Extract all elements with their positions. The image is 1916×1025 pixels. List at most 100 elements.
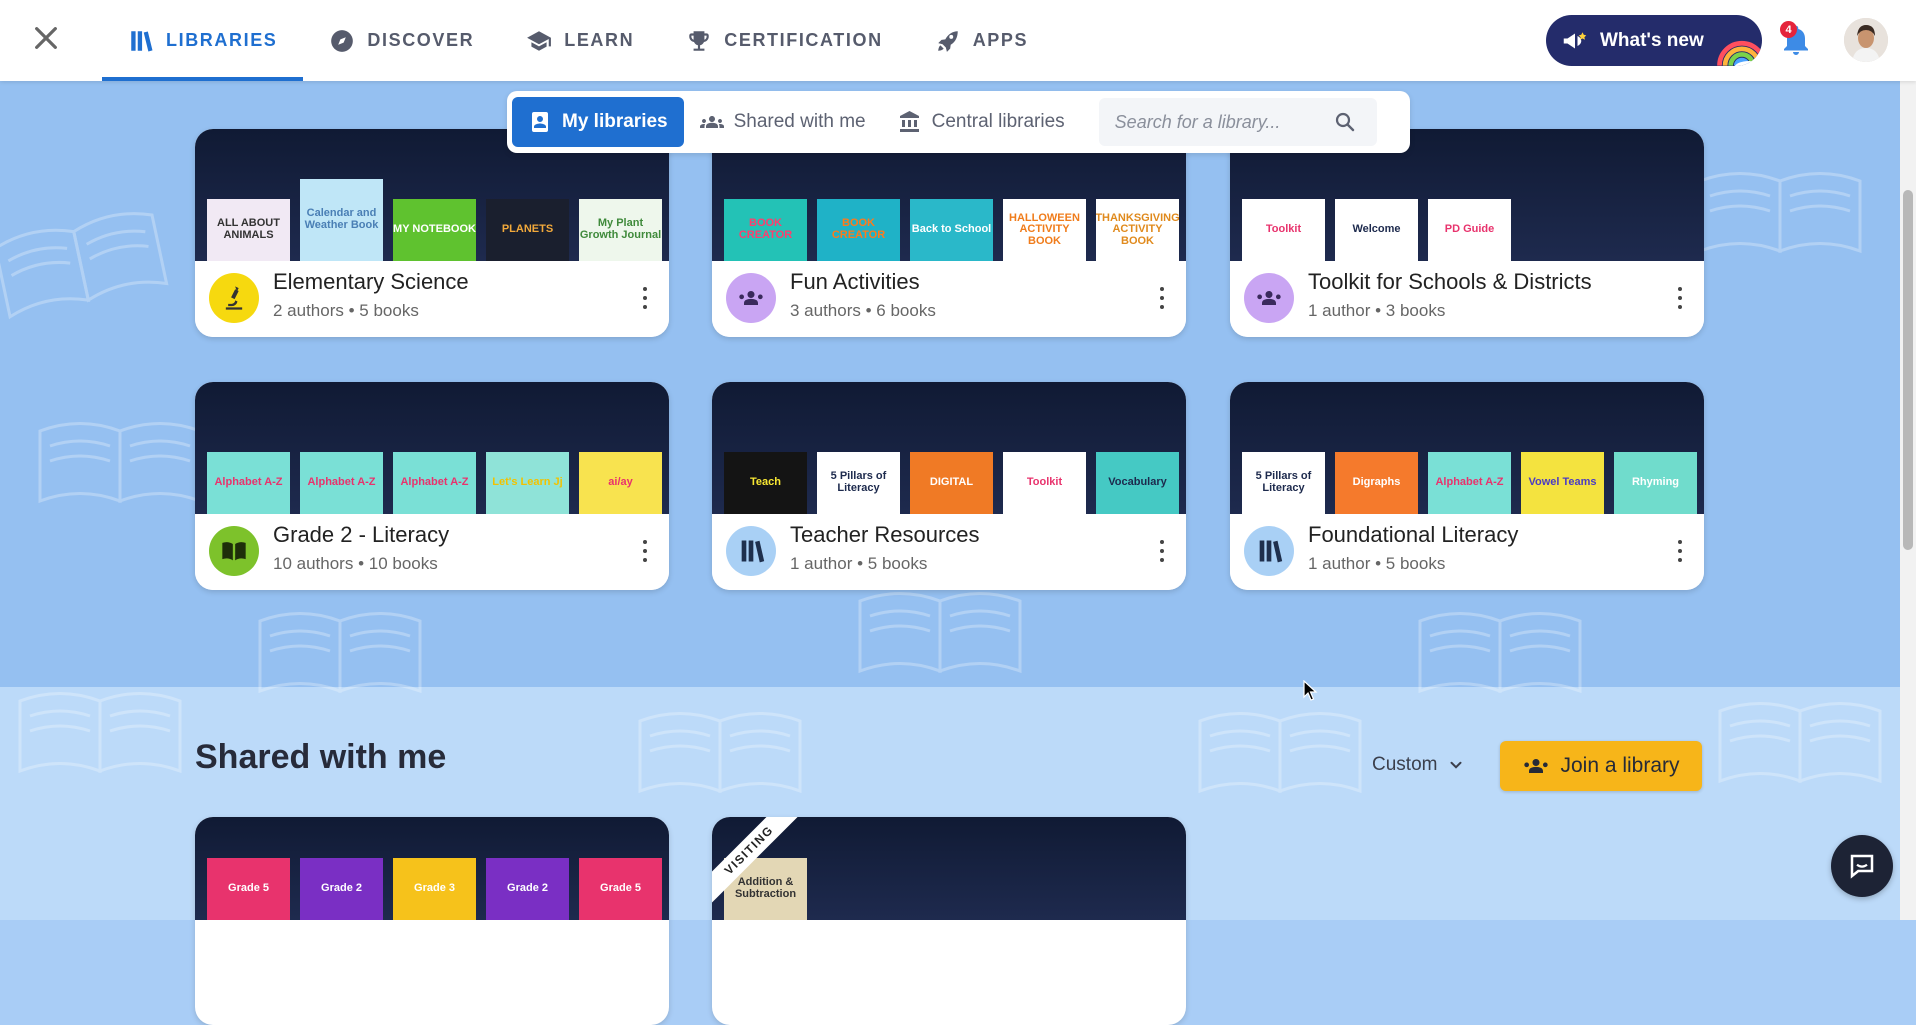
library-author-count: 10 authors: [273, 554, 354, 573]
library-name: Fun Activities: [790, 269, 920, 294]
tab-my-libraries[interactable]: My libraries: [512, 97, 684, 147]
main-nav: LIBRARIES DISCOVER LEARN CERTIFICATION A…: [102, 0, 1054, 81]
book-cover[interactable]: PD Guide: [1428, 199, 1511, 261]
library-card[interactable]: BOOK CREATOR BOOK CREATOR Back to School HA…: [712, 129, 1186, 337]
library-card[interactable]: ALL ABOUT ANIMALS Calendar and Weather Bo…: [195, 129, 669, 337]
book-cover[interactable]: My Plant Growth Journal: [579, 199, 662, 261]
chat-launcher-button[interactable]: [1831, 835, 1893, 897]
join-library-label: Join a library: [1560, 754, 1680, 777]
book-cover[interactable]: Vocabulary: [1096, 452, 1179, 514]
library-more-options-icon[interactable]: [1156, 283, 1168, 313]
book-cover[interactable]: HALLOWEEN ACTIVITY BOOK: [1003, 199, 1086, 261]
close-icon[interactable]: [30, 22, 62, 54]
library-icon-badge: [1244, 273, 1294, 323]
book-cover[interactable]: Toolkit: [1242, 199, 1325, 261]
library-card[interactable]: 5 Pillars of Literacy Digraphs Alphabet A-…: [1230, 382, 1704, 590]
book-cover[interactable]: Alphabet A-Z: [207, 452, 290, 514]
library-icon-badge: [209, 273, 259, 323]
library-meta: 10 authors • 10 books: [273, 554, 438, 574]
book-cover[interactable]: Alphabet A-Z: [393, 452, 476, 514]
book-cover[interactable]: Alphabet A-Z: [1428, 452, 1511, 514]
book-cover[interactable]: THANKSGIVING ACTIVITY BOOK: [1096, 199, 1179, 261]
book-cover[interactable]: BOOK CREATOR: [817, 199, 900, 261]
book-cover[interactable]: ai/ay: [579, 452, 662, 514]
library-author-count: 1 author: [1308, 554, 1371, 573]
trophy-icon: [689, 30, 709, 51]
book-cover[interactable]: Toolkit: [1003, 452, 1086, 514]
tab-central-libraries-label: Central libraries: [931, 111, 1065, 132]
book-cover[interactable]: Vowel Teams: [1521, 452, 1604, 514]
book-cover[interactable]: Rhyming: [1614, 452, 1697, 514]
page-scrollbar-thumb[interactable]: [1903, 190, 1913, 550]
book-cover[interactable]: Grade 3: [393, 858, 476, 920]
nav-discover[interactable]: DISCOVER: [303, 0, 500, 81]
book-cover[interactable]: Grade 2: [300, 858, 383, 920]
book-cover[interactable]: 5 Pillars of Literacy: [817, 452, 900, 514]
meta-separator: •: [1370, 301, 1386, 320]
library-book-count: 5 books: [359, 301, 419, 320]
book-cover[interactable]: BOOK CREATOR: [724, 199, 807, 261]
book-cover[interactable]: DIGITAL: [910, 452, 993, 514]
library-name: Grade 2 - Literacy: [273, 522, 450, 547]
library-more-options-icon[interactable]: [1156, 536, 1168, 566]
nav-certification[interactable]: CERTIFICATION: [660, 0, 908, 81]
book-cover[interactable]: ALL ABOUT ANIMALS: [207, 199, 290, 261]
sort-dropdown-label: Custom: [1372, 754, 1438, 775]
library-book-count: 5 books: [867, 554, 928, 573]
people-group-icon: [739, 291, 763, 305]
meta-separator: •: [852, 554, 868, 573]
library-card[interactable]: Toolkit Welcome PD Guide Toolkit for School…: [1230, 129, 1704, 337]
tab-shared-with-me[interactable]: Shared with me: [684, 97, 882, 147]
book-cover[interactable]: Digraphs: [1335, 452, 1418, 514]
book-cover[interactable]: PLANETS: [486, 199, 569, 261]
library-meta: 2 authors • 5 books: [273, 301, 419, 321]
nav-libraries[interactable]: LIBRARIES: [102, 0, 304, 81]
library-more-options-icon[interactable]: [639, 283, 651, 313]
user-avatar[interactable]: [1844, 18, 1888, 62]
book-covers-row: 5 Pillars of Literacy Digraphs Alphabet A-…: [1242, 452, 1697, 514]
shared-library-card[interactable]: Addition & Subtraction VISITING: [712, 817, 1186, 1025]
library-card-info: Elementary Science 2 authors • 5 books: [195, 261, 669, 337]
library-card[interactable]: Alphabet A-Z Alphabet A-Z Alphabet A-Z Let'…: [195, 382, 669, 590]
nav-apps[interactable]: APPS: [909, 0, 1054, 81]
book-cover[interactable]: Back to School: [910, 199, 993, 261]
book-cover[interactable]: Grade 5: [207, 858, 290, 920]
open-book-icon: [222, 542, 246, 561]
library-more-options-icon[interactable]: [1674, 283, 1686, 313]
library-more-options-icon[interactable]: [639, 536, 651, 566]
book-cover[interactable]: Teach: [724, 452, 807, 514]
nav-certification-label: CERTIFICATION: [724, 30, 883, 50]
library-card-covers-area: Teach 5 Pillars of Literacy DIGITAL Toolkit…: [712, 382, 1186, 514]
meta-separator: •: [860, 301, 877, 320]
tab-central-libraries[interactable]: Central libraries: [882, 97, 1081, 147]
library-more-options-icon[interactable]: [1674, 536, 1686, 566]
nav-learn[interactable]: LEARN: [500, 0, 660, 81]
shared-card-covers-area: Addition & Subtraction: [712, 817, 1186, 920]
people-group-icon: [1524, 759, 1549, 773]
people-group-icon: [699, 116, 724, 128]
library-meta: 1 author • 5 books: [1308, 554, 1445, 574]
tab-my-libraries-label: My libraries: [562, 111, 668, 132]
library-icon-badge: [209, 526, 259, 576]
search-icon[interactable]: [1333, 110, 1357, 134]
book-cover[interactable]: Let's Learn Jj: [486, 452, 569, 514]
library-author-count: 1 author: [1308, 301, 1371, 320]
library-search-input[interactable]: [1112, 110, 1333, 134]
sort-dropdown[interactable]: Custom: [1372, 754, 1465, 776]
nav-libraries-label: LIBRARIES: [166, 30, 278, 50]
book-cover[interactable]: MY NOTEBOOK: [393, 199, 476, 261]
book-cover[interactable]: Alphabet A-Z: [300, 452, 383, 514]
book-cover[interactable]: Grade 2: [486, 858, 569, 920]
book-cover[interactable]: Calendar and Weather Book: [300, 179, 383, 261]
library-meta: 1 author • 5 books: [790, 554, 927, 574]
library-search: [1098, 98, 1377, 146]
library-card[interactable]: Teach 5 Pillars of Literacy DIGITAL Toolkit…: [712, 382, 1186, 590]
book-cover[interactable]: Welcome: [1335, 199, 1418, 261]
library-author-count: 3 authors: [790, 301, 861, 320]
whats-new-button[interactable]: What's new: [1546, 15, 1762, 66]
shared-library-card[interactable]: Grade 5 Grade 2 Grade 3 Grade 2 Grade 5: [195, 817, 669, 1025]
book-cover[interactable]: 5 Pillars of Literacy: [1242, 452, 1325, 514]
book-cover[interactable]: Grade 5: [579, 858, 662, 920]
join-library-button[interactable]: Join a library: [1500, 741, 1702, 791]
notification-count-badge: 4: [1780, 21, 1797, 38]
